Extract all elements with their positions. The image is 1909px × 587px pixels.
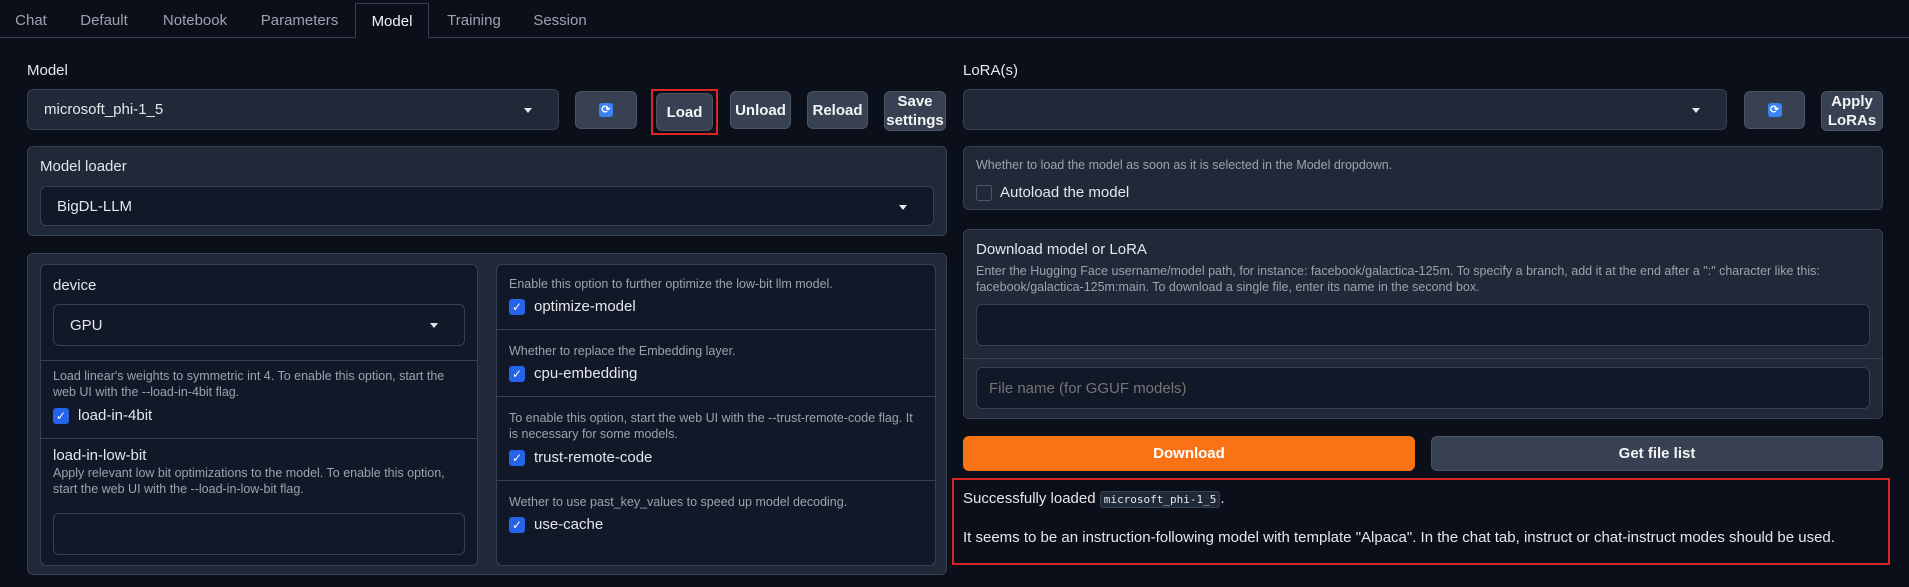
chevron-down-icon xyxy=(524,108,532,113)
model-dropdown[interactable]: microsoft_phi-1_5 xyxy=(27,89,559,130)
save-settings-label-1: Save xyxy=(897,93,933,110)
loader-options-panel: device GPU Load linear's weights to symm… xyxy=(27,253,947,575)
apply-loras-button[interactable]: Apply LoRAs xyxy=(1821,91,1883,131)
divider xyxy=(497,329,935,330)
model-loader-label: Model loader xyxy=(40,158,127,175)
options-right-column: Enable this option to further optimize t… xyxy=(496,264,936,566)
tab-training[interactable]: Training xyxy=(429,3,519,38)
load-in-4bit-checkbox[interactable]: ✓ xyxy=(53,408,69,424)
optimize-model-info: Enable this option to further optimize t… xyxy=(509,277,833,291)
device-dropdown[interactable]: GPU xyxy=(53,304,465,346)
refresh-icon: ⟳ xyxy=(1767,103,1782,117)
use-cache-label: use-cache xyxy=(534,516,604,533)
divider xyxy=(41,360,477,361)
download-button[interactable]: Download xyxy=(963,436,1415,471)
model-loader-panel: Model loader BigDL-LLM xyxy=(27,146,947,236)
optimize-model-label: optimize-model xyxy=(534,298,636,315)
autoload-checkbox[interactable] xyxy=(976,185,992,201)
tab-model[interactable]: Model xyxy=(355,3,429,38)
autoload-label: Autoload the model xyxy=(1000,184,1130,201)
download-info: Enter the Hugging Face username/model pa… xyxy=(976,264,1820,294)
chevron-down-icon xyxy=(899,205,907,210)
divider xyxy=(497,396,935,397)
save-settings-label-2: settings xyxy=(886,112,944,129)
status-suffix: . xyxy=(1220,490,1225,507)
autoload-panel: Whether to load the model as soon as it … xyxy=(963,146,1883,210)
divider xyxy=(964,358,1882,359)
download-panel: Download model or LoRA Enter the Hugging… xyxy=(963,229,1883,419)
apply-loras-label-1: Apply xyxy=(1831,93,1873,110)
trust-remote-code-checkbox[interactable]: ✓ xyxy=(509,450,525,466)
status-prefix: Successfully loaded xyxy=(963,490,1096,507)
lora-dropdown[interactable] xyxy=(963,89,1727,130)
use-cache-info: Wether to use past_key_values to speed u… xyxy=(509,495,848,509)
status-message: It seems to be an instruction-following … xyxy=(963,529,1835,546)
load-in-low-bit-input[interactable] xyxy=(53,513,465,555)
apply-loras-label-2: LoRAs xyxy=(1827,112,1877,129)
tab-bar: Chat Default Notebook Parameters Model T… xyxy=(0,3,1909,38)
model-label: Model xyxy=(27,62,68,79)
load-in-low-bit-label: load-in-low-bit xyxy=(53,447,147,464)
tab-parameters[interactable]: Parameters xyxy=(244,3,355,38)
tab-chat[interactable]: Chat xyxy=(0,3,62,38)
save-settings-button[interactable]: Save settings xyxy=(884,91,946,131)
optimize-model-checkbox[interactable]: ✓ xyxy=(509,299,525,315)
load-in-4bit-info: Load linear's weights to symmetric int 4… xyxy=(53,369,445,399)
model-dropdown-value: microsoft_phi-1_5 xyxy=(44,101,164,118)
lora-label: LoRA(s) xyxy=(963,62,1019,79)
model-path-input[interactable] xyxy=(976,304,1870,346)
tab-notebook[interactable]: Notebook xyxy=(146,3,244,38)
cpu-embedding-info: Whether to replace the Embedding layer. xyxy=(509,344,736,358)
model-loader-value: BigDL-LLM xyxy=(57,197,133,215)
model-loader-dropdown[interactable]: BigDL-LLM xyxy=(40,186,934,226)
refresh-icon: ⟳ xyxy=(599,103,613,117)
download-title: Download model or LoRA xyxy=(976,241,1147,258)
reload-button[interactable]: Reload xyxy=(807,91,868,129)
tab-session[interactable]: Session xyxy=(519,3,601,38)
device-label: device xyxy=(53,277,97,294)
device-dropdown-value: GPU xyxy=(70,316,103,334)
model-refresh-button[interactable]: ⟳ xyxy=(575,91,637,129)
trust-remote-code-label: trust-remote-code xyxy=(534,449,653,466)
cpu-embedding-checkbox[interactable]: ✓ xyxy=(509,366,525,382)
status-line-1: Successfully loaded microsoft_phi-1_5. xyxy=(963,490,1225,508)
lora-refresh-button[interactable]: ⟳ xyxy=(1744,91,1805,129)
divider xyxy=(41,438,477,439)
divider xyxy=(497,480,935,481)
unload-button[interactable]: Unload xyxy=(730,91,791,129)
cpu-embedding-label: cpu-embedding xyxy=(534,365,638,382)
tab-default[interactable]: Default xyxy=(62,3,146,38)
load-in-low-bit-info: Apply relevant low bit optimizations to … xyxy=(53,466,445,496)
options-left-column: device GPU Load linear's weights to symm… xyxy=(40,264,478,566)
chevron-down-icon xyxy=(1692,108,1700,113)
trust-remote-code-info: To enable this option, start the web UI … xyxy=(509,411,913,441)
file-name-input[interactable] xyxy=(976,367,1870,409)
chevron-down-icon xyxy=(430,323,438,328)
status-model-code: microsoft_phi-1_5 xyxy=(1099,491,1221,508)
use-cache-checkbox[interactable]: ✓ xyxy=(509,517,525,533)
autoload-info: Whether to load the model as soon as it … xyxy=(976,158,1393,172)
load-button[interactable]: Load xyxy=(656,93,713,131)
load-in-4bit-label: load-in-4bit xyxy=(78,407,153,424)
get-file-list-button[interactable]: Get file list xyxy=(1431,436,1883,471)
